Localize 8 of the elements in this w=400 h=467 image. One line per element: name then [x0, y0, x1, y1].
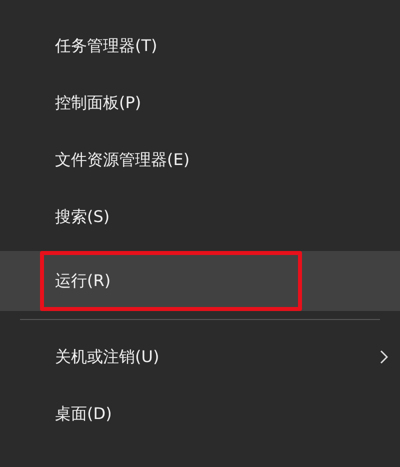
menu-item[interactable]: 任务管理器(T)	[0, 17, 400, 74]
menu-item[interactable]: 运行(R)	[0, 251, 400, 311]
menu-item[interactable]: 关机或注销(U)	[0, 328, 400, 385]
menu-item[interactable]: 文件资源管理器(E)	[0, 131, 400, 188]
chevron-right-icon	[380, 350, 388, 364]
menu-item[interactable]: 搜索(S)	[0, 188, 400, 245]
menu-item[interactable]: 控制面板(P)	[0, 74, 400, 131]
menu-item[interactable]: 桌面(D)	[0, 385, 400, 442]
